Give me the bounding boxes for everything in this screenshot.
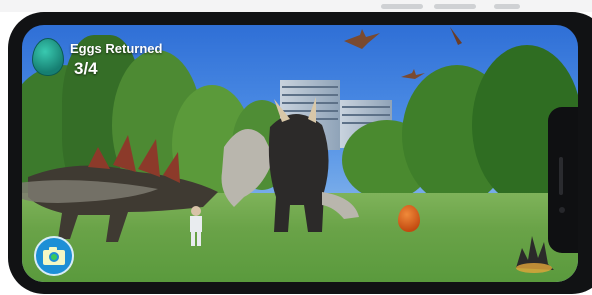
status-pill [381,4,423,9]
speaker-grille [559,157,563,195]
camera-button[interactable] [34,236,74,276]
orange-egg[interactable] [398,205,420,232]
front-camera [559,207,565,213]
triceratops [221,97,359,232]
pterosaur [450,27,462,45]
eggs-returned-label: Eggs Returned [70,41,163,56]
status-pill [494,4,520,9]
eggs-returned-count: 3/4 [74,59,98,78]
person-figure [190,206,202,246]
pterosaur [344,29,380,49]
pterosaur [401,69,425,79]
building-window-row [282,86,338,88]
side-notch [548,107,578,253]
status-pill [434,4,476,9]
top-strip [0,0,592,12]
game-screen[interactable]: Eggs Returned 3/4 [22,25,578,282]
egg-icon [32,38,64,76]
camera-icon [43,247,65,265]
building-window-row [282,94,338,96]
